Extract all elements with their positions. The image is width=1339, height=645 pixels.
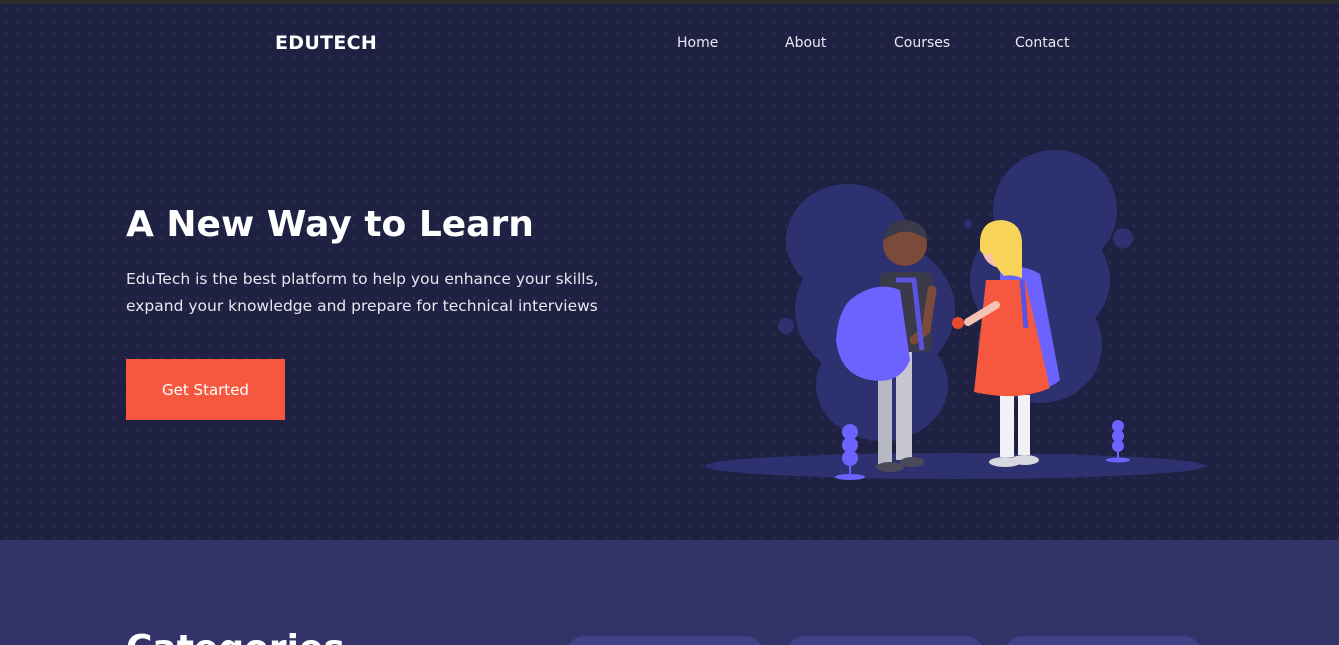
get-started-button[interactable]: Get Started <box>126 359 285 420</box>
nav-about-link[interactable]: About <box>785 35 826 51</box>
background-blobs <box>778 150 1133 441</box>
hero-title: A New Way to Learn <box>126 204 534 245</box>
brand-logo[interactable]: EDUTECH <box>275 32 377 54</box>
section-title: Categories <box>126 628 345 645</box>
categories-section: Categories <box>0 540 1339 645</box>
category-card[interactable] <box>565 636 765 645</box>
category-card[interactable] <box>785 636 985 645</box>
category-card[interactable] <box>1003 636 1203 645</box>
nav-contact-link[interactable]: Contact <box>1015 35 1069 51</box>
ground-shadow <box>705 453 1205 479</box>
hero-description: EduTech is the best platform to help you… <box>126 270 599 315</box>
students-with-backpacks-illustration <box>705 150 1205 480</box>
nav-courses-link[interactable]: Courses <box>894 35 950 51</box>
nav-home-link[interactable]: Home <box>677 35 718 51</box>
hero-section: EDUTECH Home About Courses Contact A New… <box>0 4 1339 540</box>
